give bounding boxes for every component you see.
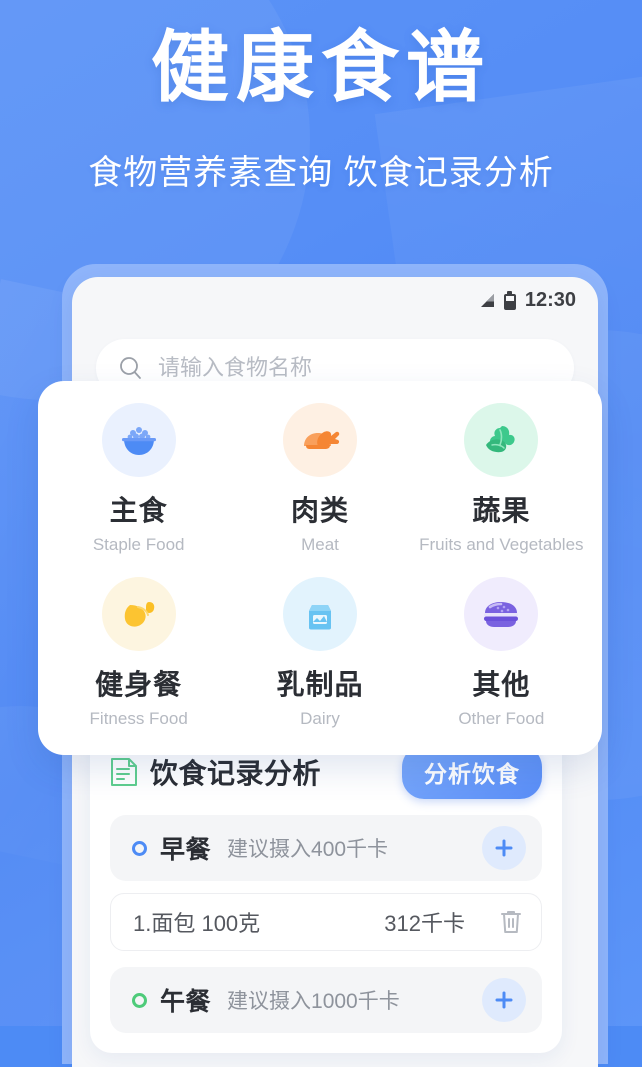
meal-advice: 建议摄入1000千卡 <box>227 990 400 1013</box>
vegetable-icon <box>464 403 539 477</box>
rice-bowl-icon <box>101 403 176 477</box>
category-item-meat[interactable]: 肉类 Meat <box>229 403 410 555</box>
flexed-arm-icon <box>101 577 176 651</box>
meal-row-lunch[interactable]: 午餐 建议摄入1000千卡 <box>110 967 542 1033</box>
diet-section-title: 饮食记录分析 <box>150 758 322 789</box>
chicken-icon <box>282 403 357 477</box>
food-category-card: 主食 Staple Food 肉类 Meat 蔬果 Fruits and Veg… <box>38 381 602 755</box>
search-icon <box>120 357 141 379</box>
page-title: 健康食谱 <box>150 23 491 111</box>
meal-name: 早餐 <box>160 836 212 864</box>
plus-icon <box>495 839 513 857</box>
page-subtitle: 食物营养素查询 饮食记录分析 <box>88 154 554 193</box>
diet-record-analysis-card: 饮食记录分析 分析饮食 早餐 建议摄入400千卡 1.面包 100克 312千卡… <box>90 727 562 1053</box>
category-item-other-food[interactable]: 其他 Other Food <box>411 577 592 729</box>
category-label-en: Dairy <box>300 709 340 728</box>
signal-bars-icon <box>480 293 494 307</box>
status-bar-time: 12:30 <box>524 288 576 311</box>
category-item-dairy[interactable]: 乳制品 Dairy <box>229 577 410 729</box>
status-bar: 12:30 <box>72 277 598 323</box>
category-item-fruits-vegetables[interactable]: 蔬果 Fruits and Vegetables <box>411 403 592 555</box>
category-label-cn: 主食 <box>109 495 168 526</box>
plus-icon <box>495 991 513 1009</box>
category-label-cn: 肉类 <box>290 495 349 526</box>
battery-icon <box>503 290 516 310</box>
category-label-en: Other Food <box>458 709 545 728</box>
category-label-cn: 其他 <box>472 669 531 700</box>
category-label-en: Fruits and Vegetables <box>419 535 584 554</box>
promo-header: 健康食谱 食物营养素查询 饮食记录分析 <box>0 0 642 194</box>
food-item-calories: 312千卡 <box>384 911 465 936</box>
category-label-cn: 健身餐 <box>95 669 183 700</box>
food-item-name: 1.面包 100克 <box>133 911 261 936</box>
add-food-button[interactable] <box>482 826 526 870</box>
category-label-cn: 乳制品 <box>276 669 364 700</box>
document-list-icon <box>111 758 137 786</box>
meal-advice: 建议摄入400千卡 <box>227 838 389 861</box>
add-food-button[interactable] <box>482 978 526 1022</box>
food-item-row[interactable]: 1.面包 100克 312千卡 <box>110 893 542 951</box>
milk-carton-icon <box>282 577 357 651</box>
food-category-grid: 主食 Staple Food 肉类 Meat 蔬果 Fruits and Veg… <box>48 403 592 729</box>
meal-name: 午餐 <box>160 988 212 1016</box>
category-label-en: Meat <box>301 535 339 554</box>
category-item-fitness-food[interactable]: 健身餐 Fitness Food <box>48 577 229 729</box>
trash-icon[interactable] <box>499 909 523 935</box>
category-label-cn: 蔬果 <box>472 495 531 526</box>
search-input[interactable] <box>158 355 552 381</box>
meal-status-dot <box>132 840 147 856</box>
category-label-en: Staple Food <box>92 535 185 554</box>
meal-status-dot <box>132 992 147 1008</box>
burger-icon <box>464 577 539 651</box>
category-item-staple-food[interactable]: 主食 Staple Food <box>48 403 229 555</box>
meal-row-breakfast[interactable]: 早餐 建议摄入400千卡 <box>110 815 542 881</box>
category-label-en: Fitness Food <box>89 709 188 728</box>
